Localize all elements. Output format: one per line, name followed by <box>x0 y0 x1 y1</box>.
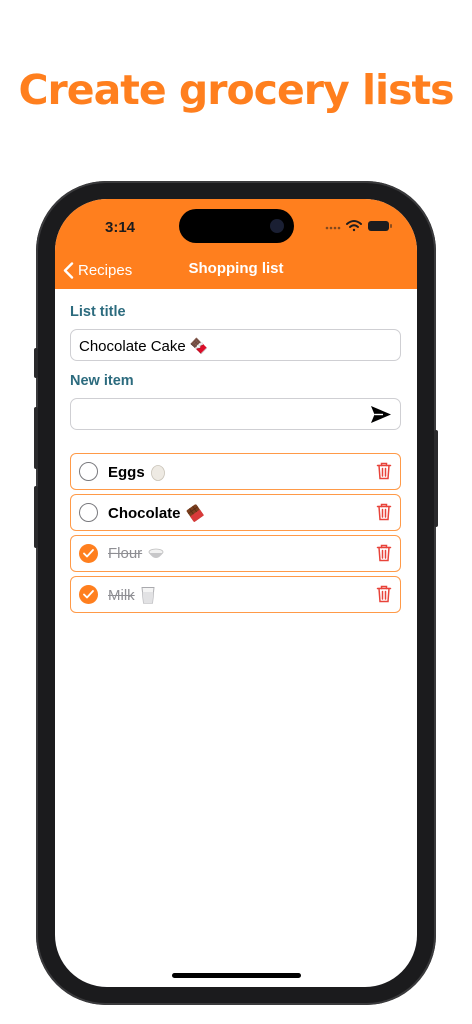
checkbox-checked[interactable] <box>79 585 98 604</box>
power-button <box>434 430 438 527</box>
signal-dots-icon <box>325 226 341 230</box>
status-time: 3:14 <box>105 219 136 236</box>
navigation-bar: 3:14 Recipes Shopping list <box>55 199 417 289</box>
milk-glass-icon <box>141 587 155 604</box>
new-item-label: New item <box>70 373 134 389</box>
checkbox-unchecked[interactable] <box>79 503 98 522</box>
volume-up-button <box>34 407 38 469</box>
trash-icon[interactable] <box>376 585 392 603</box>
camera-icon <box>270 219 284 233</box>
list-title-label: List title <box>70 304 126 320</box>
promo-headline: Create grocery lists <box>18 66 454 114</box>
item-label: Milk <box>108 586 135 604</box>
checkmark-icon <box>83 549 94 558</box>
wifi-icon <box>346 220 362 232</box>
item-label: Flour <box>108 545 143 562</box>
list-item-chocolate: Chocolate <box>70 494 401 531</box>
flour-bowl-icon <box>148 548 164 558</box>
trash-icon[interactable] <box>376 544 392 562</box>
chocolate-icon <box>186 504 204 522</box>
egg-icon <box>150 465 165 481</box>
page-title: Shopping list <box>188 260 284 277</box>
new-item-field[interactable] <box>70 398 401 431</box>
status-icons <box>325 220 392 232</box>
checkbox-unchecked[interactable] <box>79 462 98 481</box>
list-item-eggs: Eggs <box>70 453 401 490</box>
list-item-milk: Milk <box>70 576 401 613</box>
battery-icon <box>368 221 392 231</box>
trash-icon[interactable] <box>376 503 392 521</box>
paper-plane-icon[interactable] <box>370 405 392 424</box>
mute-switch <box>34 348 38 378</box>
list-title-input[interactable] <box>77 330 361 362</box>
list-item-flour: Flour <box>70 535 401 572</box>
dynamic-island <box>179 209 294 243</box>
trash-icon[interactable] <box>376 462 392 480</box>
checkbox-checked[interactable] <box>79 544 98 563</box>
volume-down-button <box>34 486 38 548</box>
new-item-input[interactable] <box>77 399 361 431</box>
item-label: Chocolate <box>108 504 181 522</box>
checkmark-icon <box>83 590 94 599</box>
home-indicator[interactable] <box>172 973 301 978</box>
app-screen: 3:14 Recipes Shopping list List title Ch… <box>55 199 417 987</box>
list-title-field[interactable] <box>70 329 401 362</box>
item-label: Eggs <box>108 463 145 481</box>
